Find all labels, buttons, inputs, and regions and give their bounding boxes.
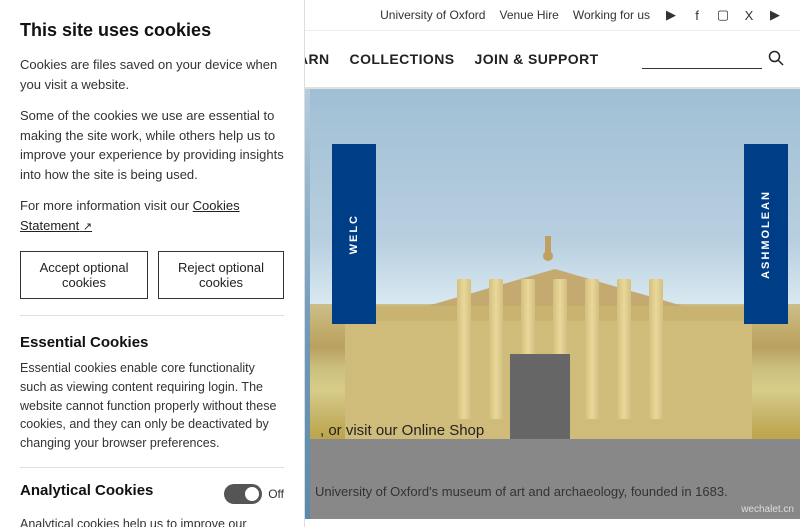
- cookie-info-line: For more information visit our Cookies S…: [20, 196, 284, 235]
- banner-right-text: ASHMOLEAN: [760, 190, 772, 279]
- nav-collections[interactable]: COLLECTIONS: [350, 51, 455, 67]
- cookie-intro-1: Cookies are files saved on your device w…: [20, 55, 284, 94]
- top-bar-links: University of Oxford Venue Hire Working …: [380, 8, 650, 22]
- analytical-cookies-row: Analytical Cookies Off: [20, 482, 284, 507]
- essential-cookies-title: Essential Cookies: [20, 334, 284, 351]
- analytical-toggle-label: Off: [268, 487, 284, 501]
- welcome-label: , or visit our Online Shop: [320, 422, 484, 439]
- essential-cookies-text: Essential cookies enable core functional…: [20, 359, 284, 453]
- external-link-icon: ↗: [83, 221, 92, 233]
- cookie-buttons: Accept optional cookies Reject optional …: [20, 251, 284, 299]
- banner-left: WELC: [332, 144, 376, 324]
- analytical-cookies-title: Analytical Cookies: [20, 482, 153, 499]
- banner-right: ASHMOLEAN: [744, 144, 788, 324]
- museum-door: [510, 354, 570, 439]
- youtube-icon[interactable]: ▶: [766, 6, 784, 24]
- column-2: [489, 279, 503, 419]
- column-1: [457, 279, 471, 419]
- cookie-overlay: This site uses cookies Cookies are files…: [0, 0, 305, 527]
- search-icon[interactable]: [768, 50, 784, 69]
- analytical-toggle[interactable]: Off: [224, 484, 284, 504]
- divider-2: [20, 467, 284, 468]
- subtitle-text: University of Oxford's museum of art and…: [315, 484, 790, 499]
- instagram-icon[interactable]: ▢: [714, 6, 732, 24]
- column-6: [617, 279, 631, 419]
- social-icons: ▶ f ▢ X ▶: [662, 6, 784, 24]
- tiktok-icon[interactable]: ▶: [662, 6, 680, 24]
- nav-search: [642, 49, 784, 69]
- venue-hire-link[interactable]: Venue Hire: [499, 8, 558, 22]
- twitter-icon[interactable]: X: [740, 6, 758, 24]
- analytical-toggle-track[interactable]: [224, 484, 262, 504]
- ground: [310, 439, 800, 519]
- reject-cookies-button[interactable]: Reject optional cookies: [158, 251, 284, 299]
- analytical-cookies-text: Analytical cookies help us to improve ou…: [20, 515, 284, 527]
- cookie-intro-2: Some of the cookies we use are essential…: [20, 106, 284, 184]
- column-5: [585, 279, 599, 419]
- cookie-info-prefix: For more information visit our: [20, 198, 193, 213]
- subtitle-label: University of Oxford's museum of art and…: [315, 484, 728, 499]
- column-7: [649, 279, 663, 419]
- facebook-icon[interactable]: f: [688, 6, 706, 24]
- cookie-title: This site uses cookies: [20, 20, 284, 41]
- accept-cookies-button[interactable]: Accept optional cookies: [20, 251, 148, 299]
- banner-left-text: WELC: [348, 214, 360, 254]
- welcome-text: , or visit our Online Shop: [320, 422, 484, 439]
- search-input[interactable]: [642, 49, 762, 69]
- watermark: wechalet.cn: [741, 504, 794, 515]
- uni-oxford-link[interactable]: University of Oxford: [380, 8, 485, 22]
- nav-join-support[interactable]: JOIN & SUPPORT: [475, 51, 599, 67]
- divider-1: [20, 315, 284, 316]
- analytical-toggle-thumb: [245, 487, 259, 501]
- working-for-us-link[interactable]: Working for us: [573, 8, 650, 22]
